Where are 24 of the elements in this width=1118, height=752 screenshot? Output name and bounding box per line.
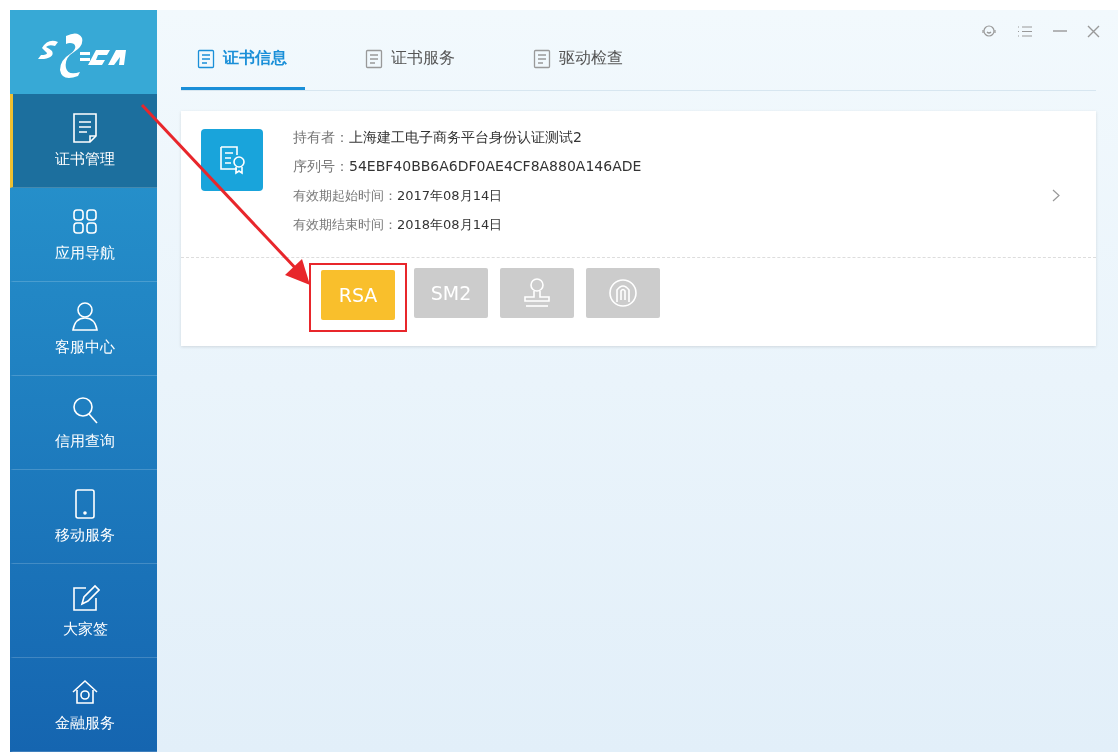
fingerprint-icon [608,278,638,308]
document-icon [70,112,100,144]
headset-icon[interactable] [981,24,997,38]
tab[interactable]: 证书信息 [181,48,305,90]
certificate-icon [201,129,263,191]
sidebar-item[interactable]: 证书管理 [10,94,157,188]
pen-icon [70,582,100,614]
algorithm-button[interactable] [500,268,574,318]
list-icon [197,48,215,69]
list-icon [533,48,551,69]
certificate-field: 持有者：上海建工电子商务平台身份认证测试2 [293,129,1052,147]
search-icon [70,394,100,426]
chevron-right-icon[interactable] [1052,189,1060,202]
close-icon[interactable] [1087,24,1100,38]
menu-icon[interactable] [1017,24,1033,38]
certificate-field: 序列号：54EBF40BB6A6DF0AE4CF8A880A146ADE [293,158,1052,176]
tab[interactable]: 驱动检查 [517,48,641,90]
certificate-field: 有效期结束时间：2018年08月14日 [293,216,1052,234]
person-icon [70,300,100,332]
stamp-icon [522,277,552,309]
tab[interactable]: 证书服务 [349,48,473,90]
algorithm-button[interactable] [586,268,660,318]
certificate-field: 有效期起始时间：2017年08月14日 [293,187,1052,205]
list-icon [365,48,383,69]
